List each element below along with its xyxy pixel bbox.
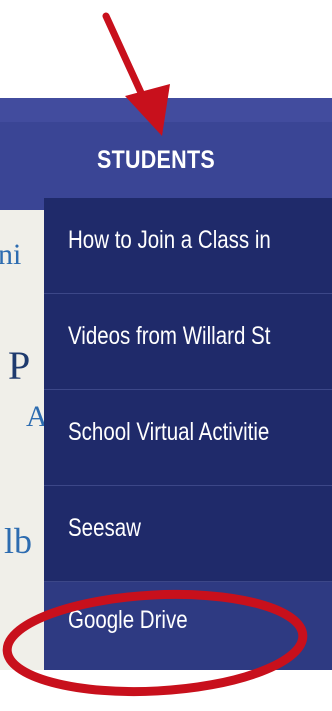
nav-students-tab[interactable]: STUDENTS (97, 146, 215, 175)
menu-item-google-drive[interactable]: Google Drive (44, 582, 332, 670)
menu-item-join-class[interactable]: How to Join a Class in (44, 198, 332, 294)
background-text-fragment: ni (0, 238, 22, 271)
menu-item-virtual-activities[interactable]: School Virtual Activitie (44, 390, 332, 486)
students-dropdown-menu: How to Join a Class in Videos from Willa… (44, 198, 332, 670)
menu-item-videos[interactable]: Videos from Willard St (44, 294, 332, 390)
background-page: ni P A lb (0, 210, 48, 670)
menu-item-label: School Virtual Activitie (68, 418, 270, 446)
menu-item-label: Google Drive (68, 606, 188, 634)
menu-item-label: Videos from Willard St (68, 322, 271, 350)
background-text-fragment: P (8, 343, 31, 388)
menu-item-label: Seesaw (68, 514, 141, 542)
background-text-fragment: lb (4, 521, 33, 561)
navbar-top-band (0, 98, 332, 122)
menu-item-seesaw[interactable]: Seesaw (44, 486, 332, 582)
menu-item-label: How to Join a Class in (68, 226, 271, 254)
